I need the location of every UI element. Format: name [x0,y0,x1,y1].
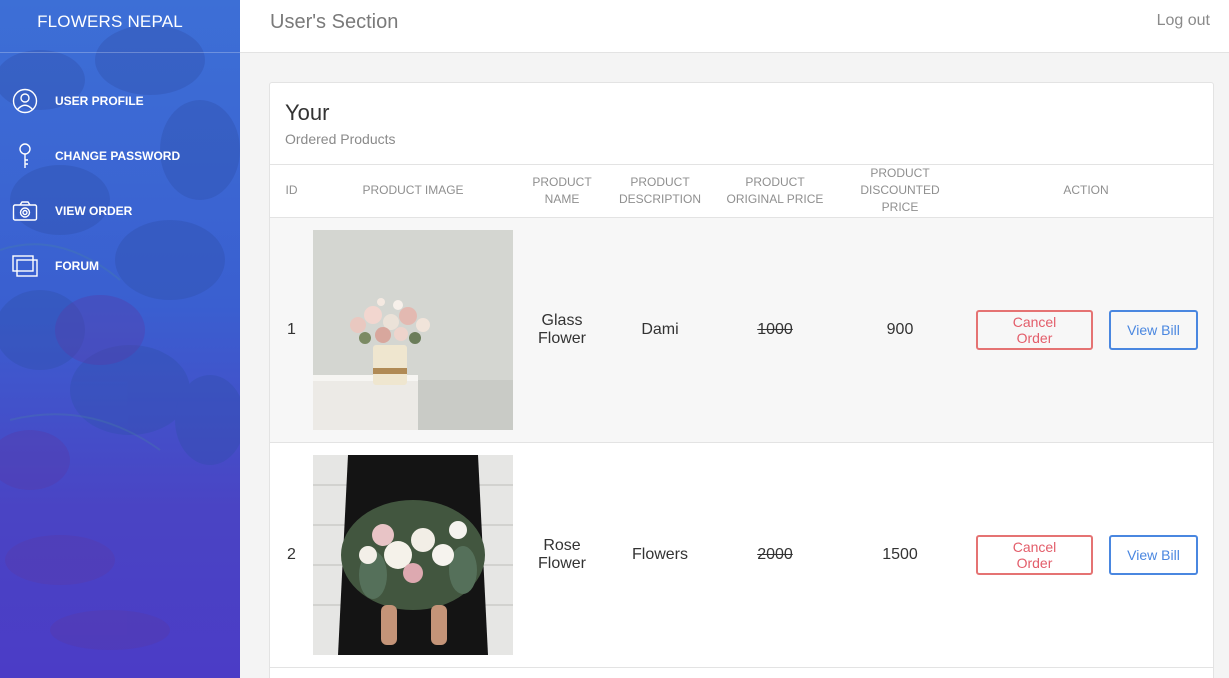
header-line: PRODUCT [630,174,690,189]
cell-id: 2 [287,545,296,563]
header-action: ACTION [959,165,1213,218]
header-product-name: PRODUCT NAME [513,165,611,218]
cell-discounted-price: 1500 [882,545,918,563]
view-bill-button[interactable]: View Bill [1109,534,1198,575]
page-title: User's Section [270,11,399,33]
top-bar: User's Section Log out [240,0,1229,53]
logout-link[interactable]: Log out [1157,12,1210,30]
sidebar-nav: USER PROFILE CHANGE PASSWORD VIEW ORDER … [0,73,240,293]
user-circle-icon [12,88,38,114]
cell-discounted-price: 900 [886,320,914,338]
header-line: PRODUCT [870,166,930,181]
cell-image [313,217,513,442]
card-header: Your Ordered Products [270,83,1213,165]
sidebar-item-label: CHANGE PASSWORD [55,148,181,163]
key-icon [12,142,38,169]
sidebar-item-label: FORUM [55,258,99,273]
sidebar: FLOWERS NEPAL USER PROFILE CHANGE PASSWO… [0,0,240,678]
sidebar-item-label: VIEW ORDER [55,203,133,218]
header-line: PRODUCT [532,174,592,189]
cell-description: Flowers [631,545,688,563]
rose-flower-product-image[interactable] [313,454,513,655]
cell-id: 1 [287,320,296,338]
cell-actions: Cancel Order View Bill [959,217,1213,442]
cell-original-price: 2000 [757,545,793,563]
header-product-description: PRODUCT DESCRIPTION [611,165,709,218]
orders-card: Your Ordered Products ID PRODUCT IMAGE P… [269,82,1214,678]
cell-actions: Cancel Order View Bill [959,442,1213,667]
brand-title[interactable]: FLOWERS NEPAL [0,0,240,53]
cell-product-name: Rose Flower [513,442,611,667]
cell-product-name: Glass Flower [513,217,611,442]
cancel-order-button[interactable]: Cancel Order [976,309,1093,350]
header-line: ORIGINAL PRICE [726,191,824,206]
orders-table: ID PRODUCT IMAGE PRODUCT NAME PRODUCT DESC… [270,165,1213,668]
view-bill-button[interactable]: View Bill [1109,309,1198,350]
cell-description: Dami [641,320,679,338]
card-subtitle: Ordered Products [285,131,396,147]
header-product-image: PRODUCT IMAGE [313,165,513,218]
table-row: 2 Rose Flower Flowers 2000 1500 Cancel O… [270,442,1213,667]
sidebar-item-forum[interactable]: FORUM [0,238,240,293]
header-discounted-price: PRODUCT DISCOUNTED PRICE [841,165,959,218]
name-line: Glass [541,311,583,329]
header-line: DESCRIPTION [618,191,701,206]
header-id: ID [270,165,313,218]
cell-original-price: 1000 [757,320,793,338]
header-original-price: PRODUCT ORIGINAL PRICE [709,165,841,218]
cancel-order-button[interactable]: Cancel Order [976,534,1093,575]
windows-icon [12,253,38,279]
row-actions: Cancel Order View Bill [959,309,1213,350]
sidebar-item-change-password[interactable]: CHANGE PASSWORD [0,128,240,183]
table-header-row: ID PRODUCT IMAGE PRODUCT NAME PRODUCT DESC… [270,165,1213,218]
header-line: DISCOUNTED PRICE [860,183,940,215]
sidebar-item-user-profile[interactable]: USER PROFILE [0,73,240,128]
cell-image [313,442,513,667]
row-actions: Cancel Order View Bill [959,534,1213,575]
glass-flower-product-image[interactable] [313,229,513,430]
sidebar-item-label: USER PROFILE [55,93,144,108]
name-line: Flower [537,329,586,347]
name-line: Flower [537,554,586,572]
camera-icon [12,198,38,224]
card-title: Your [285,100,330,125]
name-line: Rose [543,536,581,554]
sidebar-item-view-order[interactable]: VIEW ORDER [0,183,240,238]
header-line: NAME [544,191,580,206]
table-row: 1 Glass Flower Dami 1000 900 Cancel Orde… [270,217,1213,442]
header-line: PRODUCT [745,174,805,189]
